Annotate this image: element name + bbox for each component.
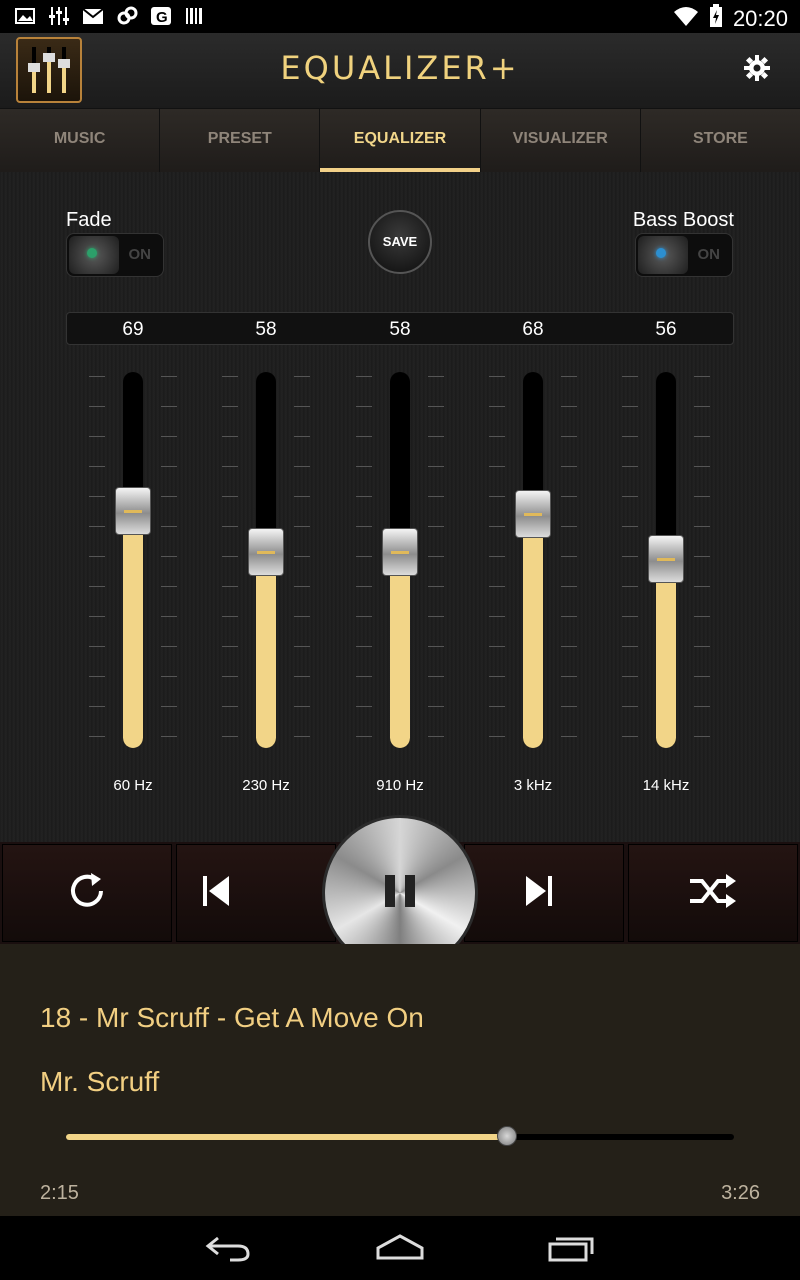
band-label-14khz: 14 kHz (642, 777, 690, 794)
battery-charging-icon (709, 4, 723, 33)
status-bar: G 20:20 (0, 0, 800, 33)
g-icon: G (150, 6, 172, 26)
barcode-icon (184, 6, 206, 26)
band-slider-910hz[interactable] (350, 372, 450, 752)
slider-thumb[interactable] (115, 486, 151, 535)
now-playing-panel: 18 - Mr Scruff - Get A Move On Mr. Scruf… (0, 944, 800, 1216)
tab-music[interactable]: MUSIC (0, 109, 161, 172)
seek-bar[interactable] (66, 1126, 734, 1146)
gmail-icon (82, 6, 104, 26)
tab-visualizer[interactable]: VISUALIZER (481, 109, 641, 172)
previous-button[interactable] (176, 844, 336, 942)
clock: 20:20 (732, 5, 788, 31)
elapsed-time: 2:15 (40, 1182, 79, 1204)
app-header: EQUALIZER+ (0, 33, 800, 109)
track-title: 18 - Mr Scruff - Get A Move On (40, 1002, 424, 1033)
band-slider-3khz[interactable] (483, 372, 583, 752)
shuffle-icon (688, 873, 738, 914)
band-value-910hz: 58 (389, 319, 411, 340)
back-icon[interactable] (204, 1232, 254, 1264)
equalizer-panel: Fade ON SAVE Bass Boost ON 69 58 58 68 5… (0, 172, 800, 842)
band-label-910hz: 910 Hz (376, 777, 424, 794)
slider-thumb[interactable] (515, 490, 551, 539)
band-value-60hz: 69 (122, 319, 144, 340)
app-title: EQUALIZER+ (280, 49, 520, 87)
image-icon (14, 6, 36, 26)
navigation-bar (0, 1216, 800, 1280)
artist-name: Mr. Scruff (40, 1066, 160, 1097)
gear-icon[interactable] (744, 55, 770, 81)
band-label-60hz: 60 Hz (113, 777, 153, 794)
save-button[interactable]: SAVE (368, 210, 432, 274)
bass-boost-label: Bass Boost (632, 209, 734, 231)
tab-bar: MUSIC PRESET EQUALIZER VISUALIZER STORE (0, 109, 800, 172)
band-slider-14khz[interactable] (616, 372, 716, 752)
band-label-3khz: 3 kHz (513, 777, 553, 794)
svg-text:G: G (156, 9, 168, 26)
band-label-230hz: 230 Hz (242, 777, 290, 794)
seek-thumb[interactable] (496, 1126, 517, 1146)
repeat-icon (65, 869, 109, 918)
seek-bar-progress (66, 1134, 507, 1140)
bass-boost-toggle[interactable]: ON (635, 233, 733, 277)
led-indicator-icon (656, 248, 666, 258)
total-time: 3:26 (721, 1182, 760, 1204)
slider-thumb[interactable] (248, 527, 284, 576)
shuffle-button[interactable] (628, 844, 798, 942)
band-value-14khz: 56 (655, 319, 677, 340)
tab-store[interactable]: STORE (641, 109, 800, 172)
equalizer-notification-icon (48, 6, 70, 26)
fade-label: Fade (66, 209, 112, 231)
skip-next-icon (524, 874, 554, 913)
recent-apps-icon[interactable] (546, 1232, 596, 1264)
bass-boost-toggle-state: ON (697, 246, 721, 263)
next-button[interactable] (464, 844, 624, 942)
repeat-button[interactable] (2, 844, 172, 942)
led-indicator-icon (87, 248, 97, 258)
slider-thumb[interactable] (648, 535, 684, 584)
band-slider-60hz[interactable] (83, 372, 183, 752)
fade-toggle[interactable]: ON (66, 233, 164, 277)
tab-equalizer[interactable]: EQUALIZER (320, 109, 481, 172)
skip-previous-icon (201, 874, 231, 913)
wifi-icon (673, 5, 699, 32)
pause-icon (383, 873, 417, 914)
band-value-3khz: 68 (522, 319, 544, 340)
fade-toggle-state: ON (128, 246, 152, 263)
tab-preset[interactable]: PRESET (160, 109, 321, 172)
band-value-230hz: 58 (255, 319, 277, 340)
link-icon (116, 6, 138, 26)
band-slider-230hz[interactable] (216, 372, 316, 752)
slider-thumb[interactable] (382, 527, 418, 576)
home-icon[interactable] (374, 1232, 424, 1264)
